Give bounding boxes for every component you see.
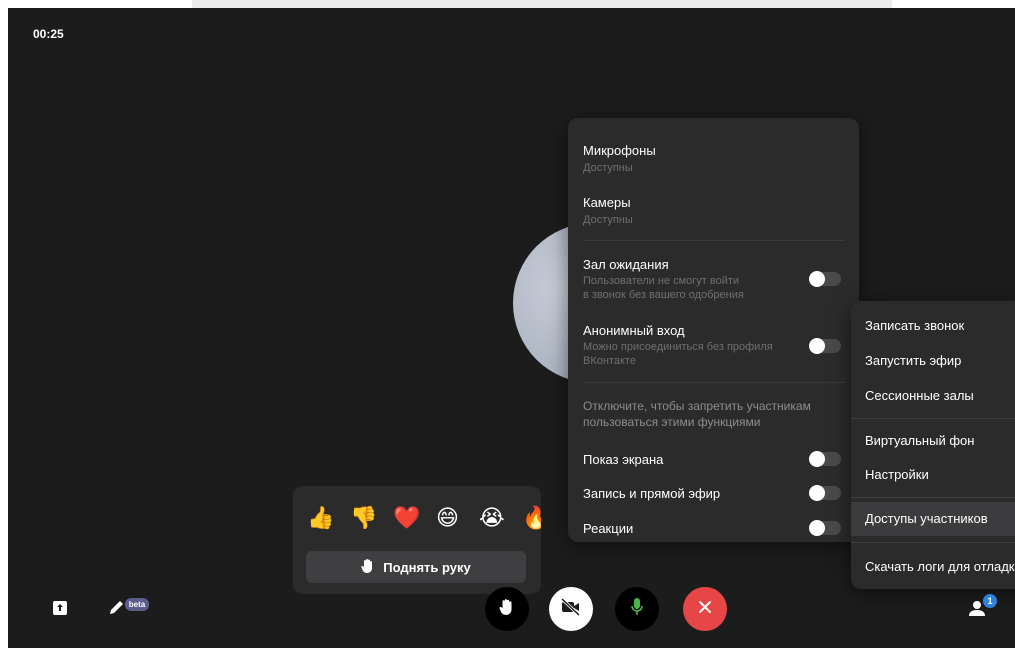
toggle-knob (809, 271, 825, 287)
menu-divider (851, 418, 1015, 419)
raise-hand-button[interactable]: Поднять руку (306, 551, 526, 583)
camera-toggle-button[interactable] (549, 587, 593, 631)
waiting-room-toggle[interactable] (809, 271, 841, 287)
cameras-title[interactable]: Камеры (583, 195, 631, 210)
raise-hand-icon (499, 598, 515, 621)
share-screen-icon[interactable] (52, 600, 68, 616)
menu-divider (851, 497, 1015, 498)
permissions-note-2: пользоваться этими функциями (583, 415, 761, 429)
permissions-note-1: Отключите, чтобы запретить участникам (583, 399, 811, 413)
screen-share-toggle[interactable] (809, 451, 841, 467)
anonymous-entry-desc-1: Можно присоединиться без профиля (583, 341, 773, 353)
panel-divider (583, 240, 845, 241)
end-call-button[interactable] (683, 587, 727, 631)
more-options-menu: Записать звонок Запустить эфир Сессионны… (851, 301, 1015, 589)
camera-off-icon (560, 597, 582, 621)
microphones-title[interactable]: Микрофоны (583, 143, 656, 158)
menu-item-record-call[interactable]: Записать звонок (851, 309, 1015, 343)
toggle-knob (809, 338, 825, 354)
anonymous-entry-title: Анонимный вход (583, 323, 685, 338)
microphone-icon (630, 597, 644, 622)
record-stream-toggle[interactable] (809, 485, 841, 501)
toggle-knob (809, 451, 825, 467)
waiting-room-desc-1: Пользователи не смогут войти (583, 275, 740, 287)
menu-item-participant-access[interactable]: Доступы участников (851, 502, 1015, 536)
anonymous-entry-desc-2: ВКонтакте (583, 355, 636, 367)
menu-item-start-stream[interactable]: Запустить эфир (851, 344, 1015, 378)
beta-badge: beta (125, 598, 149, 611)
emoji-laugh[interactable]: 😄 (436, 506, 459, 530)
top-strip (192, 0, 892, 8)
emoji-thumbs-up[interactable]: 👍 (307, 506, 334, 530)
end-call-icon (697, 599, 713, 620)
call-stage: 00:25 Микрофоны Доступны Камеры Доступны… (8, 8, 1015, 648)
participants-count-badge: 1 (983, 594, 997, 608)
toggle-knob (809, 485, 825, 501)
emoji-heart[interactable]: ❤️ (393, 506, 420, 530)
waiting-room-desc-2: в звонок без вашего одобрения (583, 289, 744, 301)
menu-item-settings[interactable]: Настройки (851, 458, 1015, 492)
raise-hand-icon (361, 558, 375, 577)
emoji-cry[interactable]: 😭 (479, 506, 505, 530)
panel-divider (583, 382, 845, 383)
pencil-icon[interactable] (107, 597, 127, 617)
microphone-button[interactable] (615, 587, 659, 631)
participant-permissions-panel: Микрофоны Доступны Камеры Доступны Зал о… (568, 118, 859, 542)
emoji-fire[interactable]: 🔥 (522, 506, 541, 530)
toggle-knob (809, 520, 825, 536)
menu-item-virtual-background[interactable]: Виртуальный фон (851, 424, 1015, 458)
record-stream-label: Запись и прямой эфир (583, 486, 721, 501)
call-timer: 00:25 (33, 27, 64, 41)
menu-item-session-rooms[interactable]: Сессионные залы (851, 379, 1015, 413)
raise-hand-control[interactable] (485, 587, 529, 631)
reactions-toggle[interactable] (809, 520, 841, 536)
reactions-panel: 👍 👎 ❤️ 😄 😭 🔥 Поднять руку (293, 486, 541, 594)
cameras-status: Доступны (583, 214, 633, 226)
menu-item-download-logs[interactable]: Скачать логи для отладки (851, 550, 1015, 584)
raise-hand-label: Поднять руку (383, 559, 471, 575)
waiting-room-title: Зал ожидания (583, 257, 669, 272)
anonymous-entry-toggle[interactable] (809, 338, 841, 354)
screen-share-label: Показ экрана (583, 452, 664, 467)
microphones-status: Доступны (583, 162, 633, 174)
menu-divider (851, 542, 1015, 543)
emoji-thumbs-down[interactable]: 👎 (350, 506, 377, 530)
reactions-label: Реакции (583, 521, 634, 536)
